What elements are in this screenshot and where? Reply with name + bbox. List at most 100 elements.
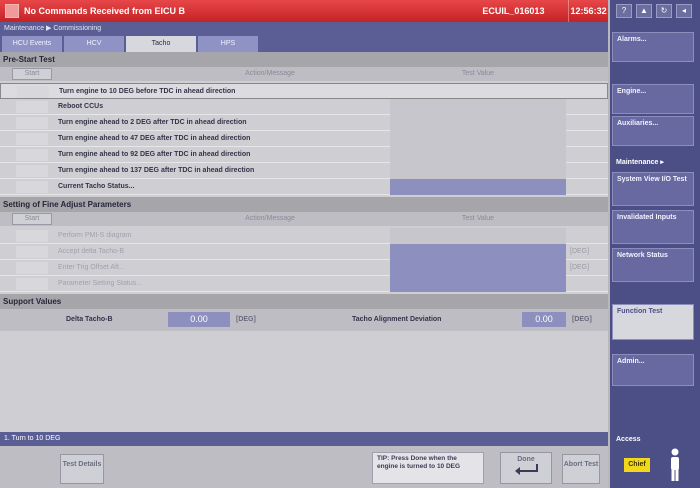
step-number	[16, 181, 48, 193]
table-row[interactable]: Turn engine ahead to 92 DEG after TDC in…	[0, 147, 608, 163]
step-action: Reboot CCUs	[58, 103, 104, 110]
alignment-deviation-value: 0.00	[522, 312, 566, 327]
test-value	[390, 115, 566, 131]
alignment-deviation-unit: [DEG]	[572, 316, 592, 323]
prestart-start-button[interactable]: Start	[12, 68, 52, 80]
table-row[interactable]: Current Tacho Status...	[0, 179, 608, 195]
step-action: Turn engine ahead to 137 DEG after TDC i…	[58, 167, 255, 174]
sidebar-item-network-status[interactable]: Network Status	[612, 248, 694, 282]
col-action-header: Action/Message	[245, 215, 295, 222]
back-icon[interactable]: ◂	[676, 4, 692, 18]
unit-label: [DEG]	[570, 264, 590, 271]
step-number	[16, 246, 48, 258]
col-value-header: Test Value	[461, 70, 495, 77]
support-row: Delta Tacho-B 0.00 [DEG] Tacho Alignment…	[0, 309, 608, 331]
tacho-status-value	[390, 179, 566, 195]
step-action: Turn engine to 10 DEG before TDC in ahea…	[59, 88, 236, 95]
alarm-time: 12:56:32	[568, 0, 608, 22]
chief-access-badge[interactable]: Chief	[624, 458, 650, 472]
table-row[interactable]: Parameter Setting Status...	[0, 276, 608, 292]
step-number	[16, 117, 48, 129]
up-icon[interactable]: ▲	[636, 4, 652, 18]
delta-tacho-label: Delta Tacho-B	[66, 316, 113, 323]
sidebar-item-admin[interactable]: Admin...	[612, 354, 694, 386]
table-row[interactable]: Turn engine ahead to 2 DEG after TDC in …	[0, 115, 608, 131]
test-value	[390, 163, 566, 179]
window-controls: ? ▲ ↻ ◂	[610, 0, 700, 22]
done-button[interactable]: Done	[500, 452, 552, 484]
refresh-icon[interactable]: ↻	[656, 4, 672, 18]
sidebar-item-invalidated-inputs[interactable]: Invalidated Inputs	[612, 210, 694, 244]
col-value-header: Test Value	[461, 215, 495, 222]
sidebar-item-function-test[interactable]: Function Test	[612, 304, 694, 340]
delta-tacho-unit: [DEG]	[236, 316, 256, 323]
delta-tacho-value: 0.00	[168, 312, 230, 327]
alarm-icon[interactable]	[5, 4, 19, 18]
step-action: Current Tacho Status...	[58, 183, 135, 190]
tab-hcv[interactable]: HCV	[64, 36, 124, 52]
prestart-title: Pre-Start Test	[0, 52, 608, 67]
breadcrumb: Maintenance ▶ Commissioning	[0, 22, 608, 36]
tip-text: TIP: Press Done when the engine is turne…	[372, 452, 484, 484]
main-panel: Pre-Start Test Start Action/Message Test…	[0, 52, 608, 432]
step-action: Accept delta Tacho-B	[58, 248, 125, 255]
done-label: Done	[517, 456, 535, 463]
table-row[interactable]: Accept delta Tacho-B [DEG]	[0, 244, 608, 260]
table-row[interactable]: Enter Trig Offset Aft... [DEG]	[0, 260, 608, 276]
status-line: 1. Turn to 10 DEG	[0, 432, 608, 446]
sidebar: Alarms... Engine... Auxiliaries... Maint…	[610, 22, 700, 488]
fine-adjust-start-button[interactable]: Start	[12, 213, 52, 225]
prestart-column-header: Start Action/Message Test Value	[0, 67, 608, 81]
table-row[interactable]: Perform PMI-S diagram	[0, 228, 608, 244]
support-title: Support Values	[0, 294, 608, 309]
step-number	[16, 149, 48, 161]
sidebar-item-maintenance[interactable]: Maintenance ▸	[612, 154, 694, 170]
sidebar-item-auxiliaries[interactable]: Auxiliaries...	[612, 116, 694, 146]
test-value	[390, 276, 566, 292]
alarm-bar: No Commands Received from EICU B ECUIL_0…	[0, 0, 608, 22]
tab-bar: HCU Events HCV Tacho HPS	[0, 36, 608, 52]
access-label: Access	[612, 432, 694, 448]
unit-label: [DEG]	[570, 248, 590, 255]
bottom-bar: Test Details TIP: Press Done when the en…	[0, 446, 608, 488]
table-row[interactable]: Turn engine to 10 DEG before TDC in ahea…	[0, 83, 608, 99]
test-value	[390, 228, 566, 244]
fine-adjust-column-header: Start Action/Message Test Value	[0, 212, 608, 226]
table-row[interactable]: Turn engine ahead to 47 DEG after TDC in…	[0, 131, 608, 147]
step-number	[17, 86, 49, 98]
step-number	[16, 165, 48, 177]
step-action: Perform PMI-S diagram	[58, 232, 132, 239]
fine-adjust-title: Setting of Fine Adjust Parameters	[0, 197, 608, 212]
sidebar-item-alarms[interactable]: Alarms...	[612, 32, 694, 62]
table-row[interactable]: Reboot CCUs	[0, 99, 608, 115]
step-number	[16, 133, 48, 145]
abort-test-button[interactable]: Abort Test	[562, 454, 600, 484]
step-action: Turn engine ahead to 2 DEG after TDC in …	[58, 119, 247, 126]
step-action: Parameter Setting Status...	[58, 280, 143, 287]
step-number	[16, 101, 48, 113]
tab-tacho[interactable]: Tacho	[126, 36, 196, 52]
user-icon	[671, 448, 679, 481]
tab-hcu-events[interactable]: HCU Events	[2, 36, 62, 52]
table-row[interactable]: Turn engine ahead to 137 DEG after TDC i…	[0, 163, 608, 179]
test-value	[390, 260, 566, 276]
test-value	[390, 99, 566, 115]
enter-icon	[515, 464, 538, 475]
step-number	[16, 262, 48, 274]
test-value	[390, 131, 566, 147]
alarm-text: No Commands Received from EICU B	[23, 6, 185, 16]
step-number	[16, 278, 48, 290]
tab-hps[interactable]: HPS	[198, 36, 258, 52]
step-action: Turn engine ahead to 92 DEG after TDC in…	[58, 151, 251, 158]
alignment-deviation-label: Tacho Alignment Deviation	[352, 316, 442, 323]
col-action-header: Action/Message	[245, 70, 295, 77]
step-action: Enter Trig Offset Aft...	[58, 264, 125, 271]
help-icon[interactable]: ?	[616, 4, 632, 18]
sidebar-item-engine[interactable]: Engine...	[612, 84, 694, 114]
test-value	[390, 244, 566, 260]
alarm-code: ECUIL_016013	[482, 6, 545, 16]
test-details-button[interactable]: Test Details	[60, 454, 104, 484]
sidebar-item-system-view[interactable]: System View I/O Test	[612, 172, 694, 206]
test-value	[390, 147, 566, 163]
step-number	[16, 230, 48, 242]
